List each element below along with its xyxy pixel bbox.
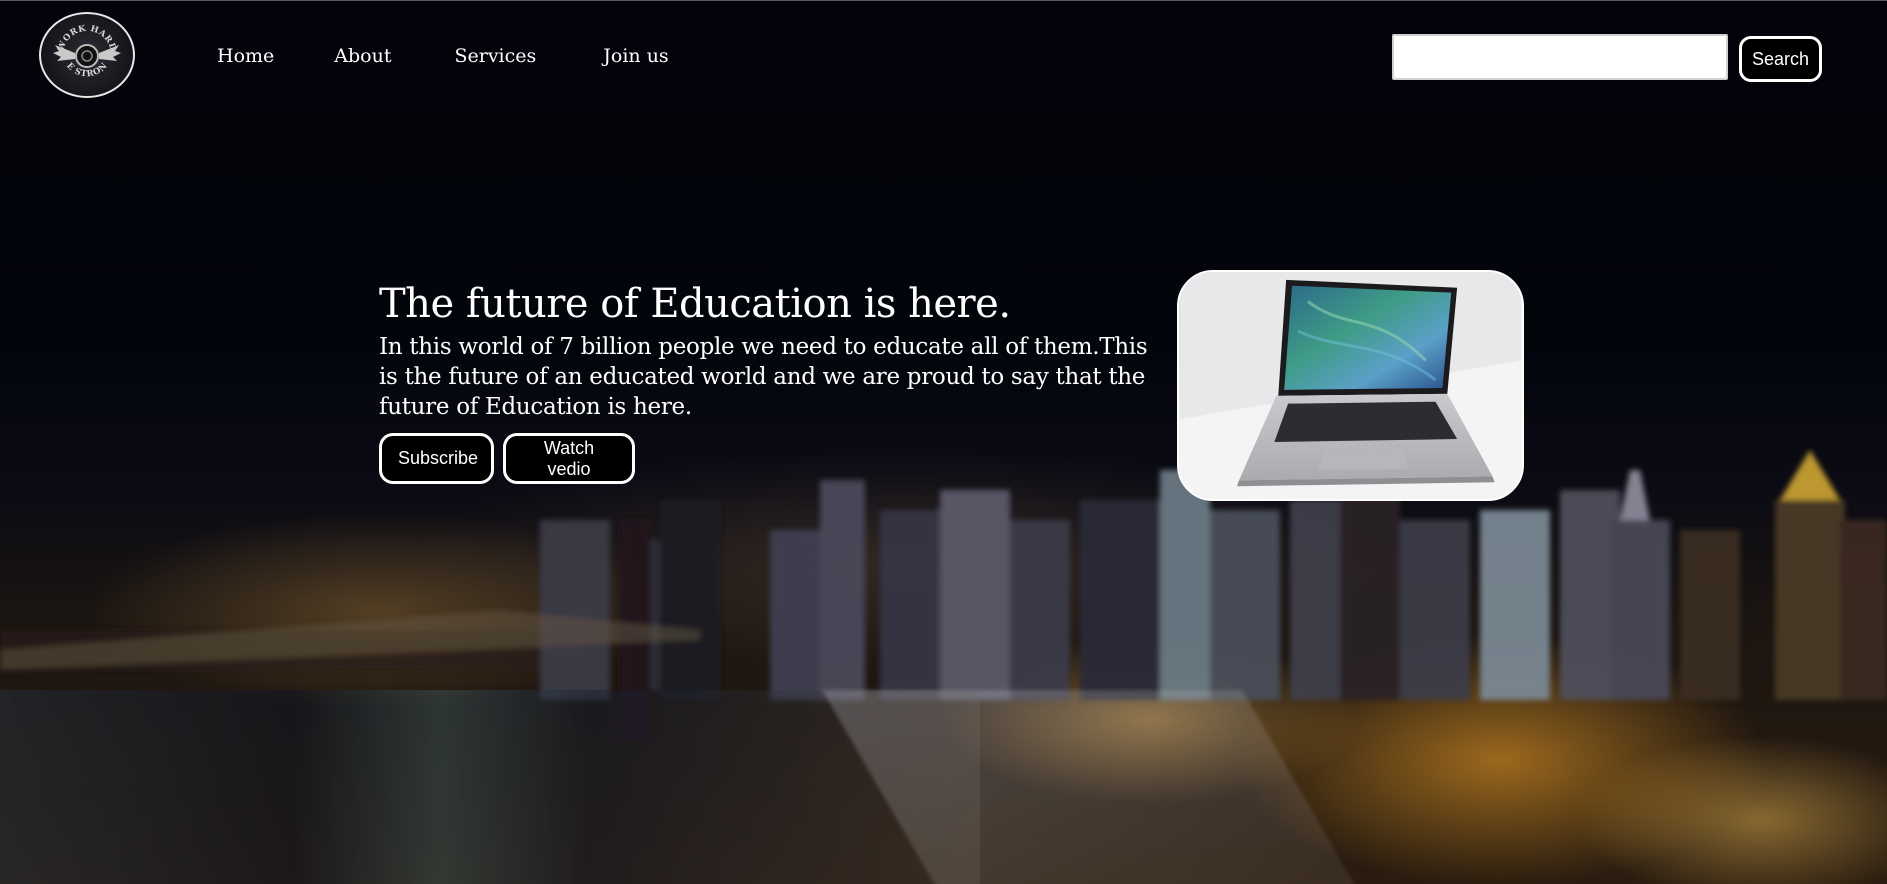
hero-description: In this world of 7 billion people we nee…	[379, 334, 1148, 420]
top-header: WORK HARD BE STRONG Home About Services …	[0, 0, 1887, 113]
svg-text:BE STRONG: BE STRONG	[45, 17, 110, 79]
logo[interactable]: WORK HARD BE STRONG	[39, 12, 135, 98]
laptop-image	[1177, 270, 1524, 501]
page: WORK HARD BE STRONG Home About Services …	[0, 0, 1887, 884]
main-nav: Home About Services Join us	[217, 45, 729, 67]
nav-about[interactable]: About	[334, 45, 391, 67]
hero-title: The future of Education is here.	[379, 281, 1011, 327]
search-button[interactable]: Search	[1739, 36, 1822, 82]
watch-video-button[interactable]: Watch vedio	[503, 433, 635, 484]
river-water	[0, 690, 980, 884]
nav-services[interactable]: Services	[454, 45, 536, 67]
hero-buttons: Subscribe Watch vedio	[379, 433, 635, 484]
nav-join-us[interactable]: Join us	[603, 45, 668, 67]
nav-home[interactable]: Home	[217, 45, 274, 67]
winged-emblem-icon: WORK HARD BE STRONG	[45, 17, 121, 79]
subscribe-button[interactable]: Subscribe	[379, 433, 494, 484]
laptop-icon	[1180, 272, 1521, 499]
search-input[interactable]	[1392, 34, 1728, 80]
